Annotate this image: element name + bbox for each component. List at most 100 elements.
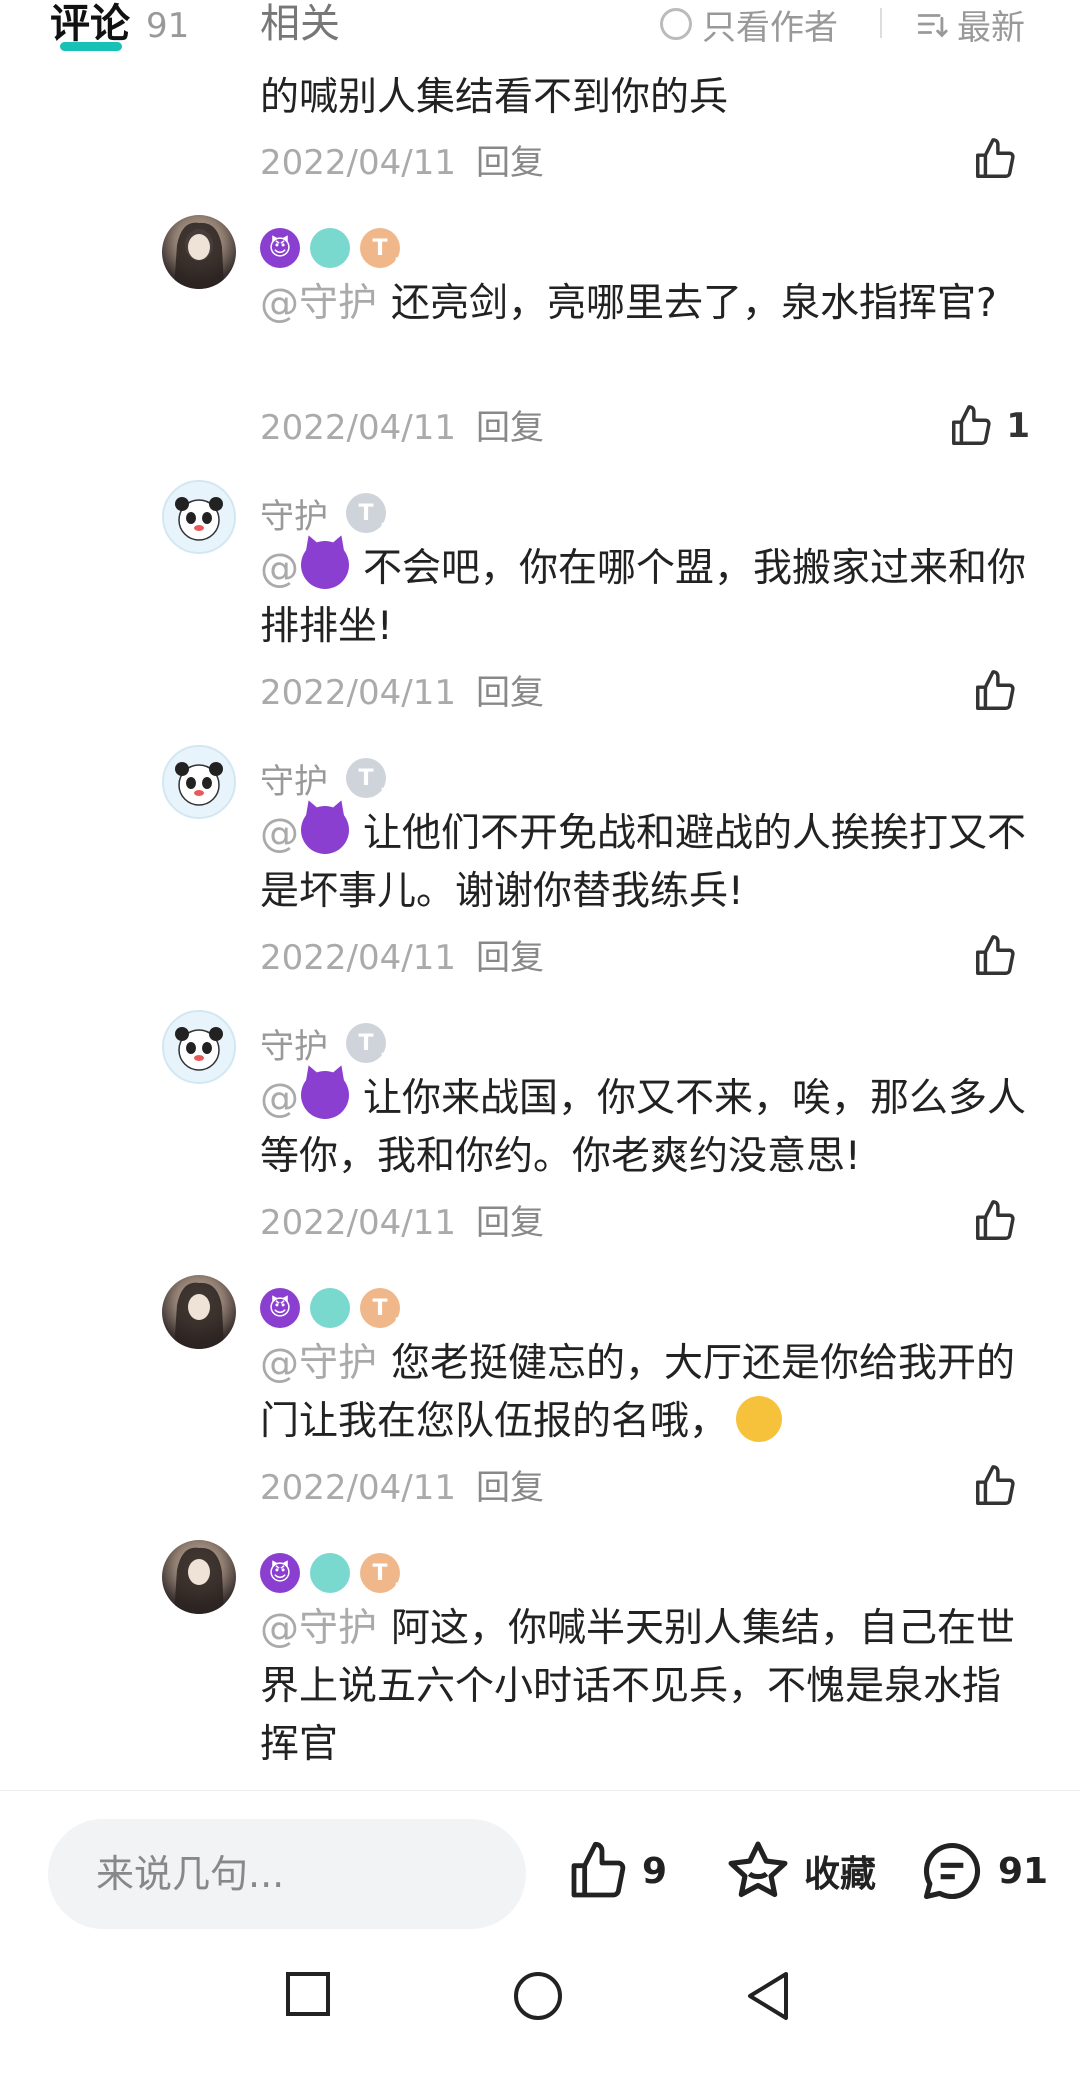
star-icon <box>728 1841 788 1898</box>
tab-related[interactable]: 相关 <box>260 0 340 48</box>
triangle-back-icon <box>748 1972 788 2020</box>
level-t3-badge-icon: T3 <box>346 493 390 537</box>
mention[interactable]: @ <box>260 541 349 591</box>
reply-button[interactable]: 回复 <box>476 408 544 448</box>
leaf-badge-icon <box>310 1553 350 1593</box>
reply-button[interactable]: 回复 <box>476 143 544 183</box>
thumbs-up-icon <box>571 1841 626 1898</box>
comment-date: 2022/04/11 <box>260 408 456 448</box>
reply-button[interactable]: 回复 <box>476 1468 544 1508</box>
thumbs-up-icon <box>976 670 1015 710</box>
mention[interactable]: @ <box>260 1071 349 1121</box>
author-only-label: 只看作者 <box>702 7 838 48</box>
devil-badge-icon: 😈 <box>260 1553 300 1593</box>
reply-text: 让你来战国，你又不来，唉，那么多人等你，我和你约。你老爽约没意思! <box>260 1076 1027 1179</box>
reply-button[interactable]: 回复 <box>476 1203 544 1243</box>
devil-badge-icon: 😈 <box>260 1288 300 1328</box>
comment-tabs-header: 评论 91 相关 只看作者 最新 <box>0 0 1080 76</box>
mention[interactable]: @守护 <box>260 1606 377 1651</box>
square-icon <box>286 1972 330 2016</box>
comment-meta: 2022/04/11 回复 <box>260 1465 544 1511</box>
panda-avatar-image <box>175 1027 223 1071</box>
user-avatar-image <box>174 1547 224 1614</box>
user-badges: 😈 T5 <box>260 1548 410 1598</box>
avatar[interactable] <box>162 1275 236 1349</box>
comment-list[interactable]: 的喊别人集结看不到你的兵 2022/04/11 回复 😈 T5 @守护 还亮剑，亮哪… <box>0 0 1080 1790</box>
radio-circle-icon <box>660 8 692 40</box>
like-button[interactable]: 1 <box>948 401 1030 451</box>
active-tab-indicator <box>60 42 122 51</box>
reply-text: 还亮剑，亮哪里去了，泉水指挥官? <box>391 281 997 326</box>
comment-input[interactable]: 来说几句... <box>48 1819 526 1929</box>
home-button[interactable] <box>512 1970 564 2026</box>
leaf-badge-icon <box>310 1288 350 1328</box>
devil-emoji-icon <box>301 1071 349 1119</box>
reply-text: 让他们不开免战和避战的人挨挨打又不是坏事儿。谢谢你替我练兵! <box>260 811 1027 914</box>
devil-emoji-icon <box>301 541 349 589</box>
sort-button[interactable]: 最新 <box>915 0 1025 48</box>
reply-text: 不会吧，你在哪个盟，我搬家过来和你排排坐! <box>260 546 1027 649</box>
favorite-button[interactable]: 收藏 <box>724 1831 876 1911</box>
user-badges: 😈 T5 <box>260 1283 410 1333</box>
level-t3-badge-icon: T3 <box>346 758 390 802</box>
like-button[interactable] <box>972 931 1030 981</box>
user-info: 守护 T3 <box>260 753 396 803</box>
thumbs-up-icon <box>952 405 991 445</box>
comment-meta: 2022/04/11 回复 <box>260 935 544 981</box>
mention[interactable]: @ <box>260 806 349 856</box>
author-only-toggle[interactable]: 只看作者 <box>660 0 838 48</box>
reply-button[interactable]: 回复 <box>476 938 544 978</box>
level-t5-badge-icon: T5 <box>360 1288 404 1332</box>
comments-button[interactable]: 91 <box>918 1831 1048 1911</box>
avatar[interactable] <box>162 1010 236 1084</box>
username[interactable]: 守护 <box>260 489 328 538</box>
face-with-hand-over-mouth-emoji-icon <box>736 1396 783 1442</box>
bottom-action-bar: 来说几句... 9 收藏 91 <box>0 1790 1080 1930</box>
user-avatar-image <box>174 1282 224 1349</box>
level-t5-badge-icon: T5 <box>360 1553 404 1597</box>
panda-avatar-image <box>175 762 223 806</box>
reply-content: @ 让你来战国，你又不来，唉，那么多人等你，我和你约。你老爽约没意思! <box>260 1070 1030 1186</box>
user-badges: 😈 T5 <box>260 223 410 273</box>
reply-content: @ 让他们不开免战和避战的人挨挨打又不是坏事儿。谢谢你替我练兵! <box>260 805 1030 921</box>
comment-meta: 2022/04/11 回复 <box>260 1200 544 1246</box>
panda-avatar-image <box>175 497 223 541</box>
recents-button[interactable] <box>284 1970 332 2022</box>
like-button[interactable] <box>972 1461 1030 1511</box>
favorite-label: 收藏 <box>804 1854 877 1895</box>
user-info: 守护 T3 <box>260 488 396 538</box>
thumbs-up-icon <box>976 138 1015 178</box>
like-button[interactable] <box>972 1196 1030 1246</box>
comment-meta: 2022/04/11 回复 <box>260 140 544 186</box>
user-avatar-image <box>174 222 224 289</box>
mention[interactable]: @守护 <box>260 281 377 326</box>
avatar[interactable] <box>162 215 236 289</box>
like-button[interactable] <box>972 134 1030 184</box>
avatar[interactable] <box>162 745 236 819</box>
user-info: 守护 T3 <box>260 1018 396 1068</box>
reply-button[interactable]: 回复 <box>476 673 544 713</box>
sort-label: 最新 <box>957 7 1025 48</box>
comment-meta: 2022/04/11 回复 <box>260 405 544 451</box>
username[interactable]: 守护 <box>260 754 328 803</box>
like-button[interactable] <box>972 666 1030 716</box>
mention[interactable]: @守护 <box>260 1341 377 1386</box>
divider <box>880 8 882 38</box>
avatar[interactable] <box>162 480 236 554</box>
comment-date: 2022/04/11 <box>260 1203 456 1243</box>
comment-date: 2022/04/11 <box>260 1468 456 1508</box>
username[interactable]: 守护 <box>260 1019 328 1068</box>
reply-content: @守护 阿这，你喊半天别人集结，自己在世界上说五六个小时话不见兵，不愧是泉水指挥官 <box>260 1600 1030 1774</box>
reply-content: @守护 您老挺健忘的，大厅还是你给我开的门让我在您队伍报的名哦， <box>260 1335 1030 1451</box>
like-post-button[interactable]: 9 <box>566 1831 667 1911</box>
system-navigation-bar <box>0 1930 1080 2074</box>
level-t5-badge-icon: T5 <box>360 228 404 272</box>
comment-date: 2022/04/11 <box>260 673 456 713</box>
avatar[interactable] <box>162 1540 236 1614</box>
tab-comments[interactable]: 评论 <box>50 0 130 48</box>
sort-icon <box>917 14 948 38</box>
comment-date: 2022/04/11 <box>260 143 456 183</box>
back-button[interactable] <box>744 1970 792 2026</box>
reply-content: @守护 还亮剑，亮哪里去了，泉水指挥官? <box>260 275 1030 333</box>
comment-count: 91 <box>146 6 190 46</box>
